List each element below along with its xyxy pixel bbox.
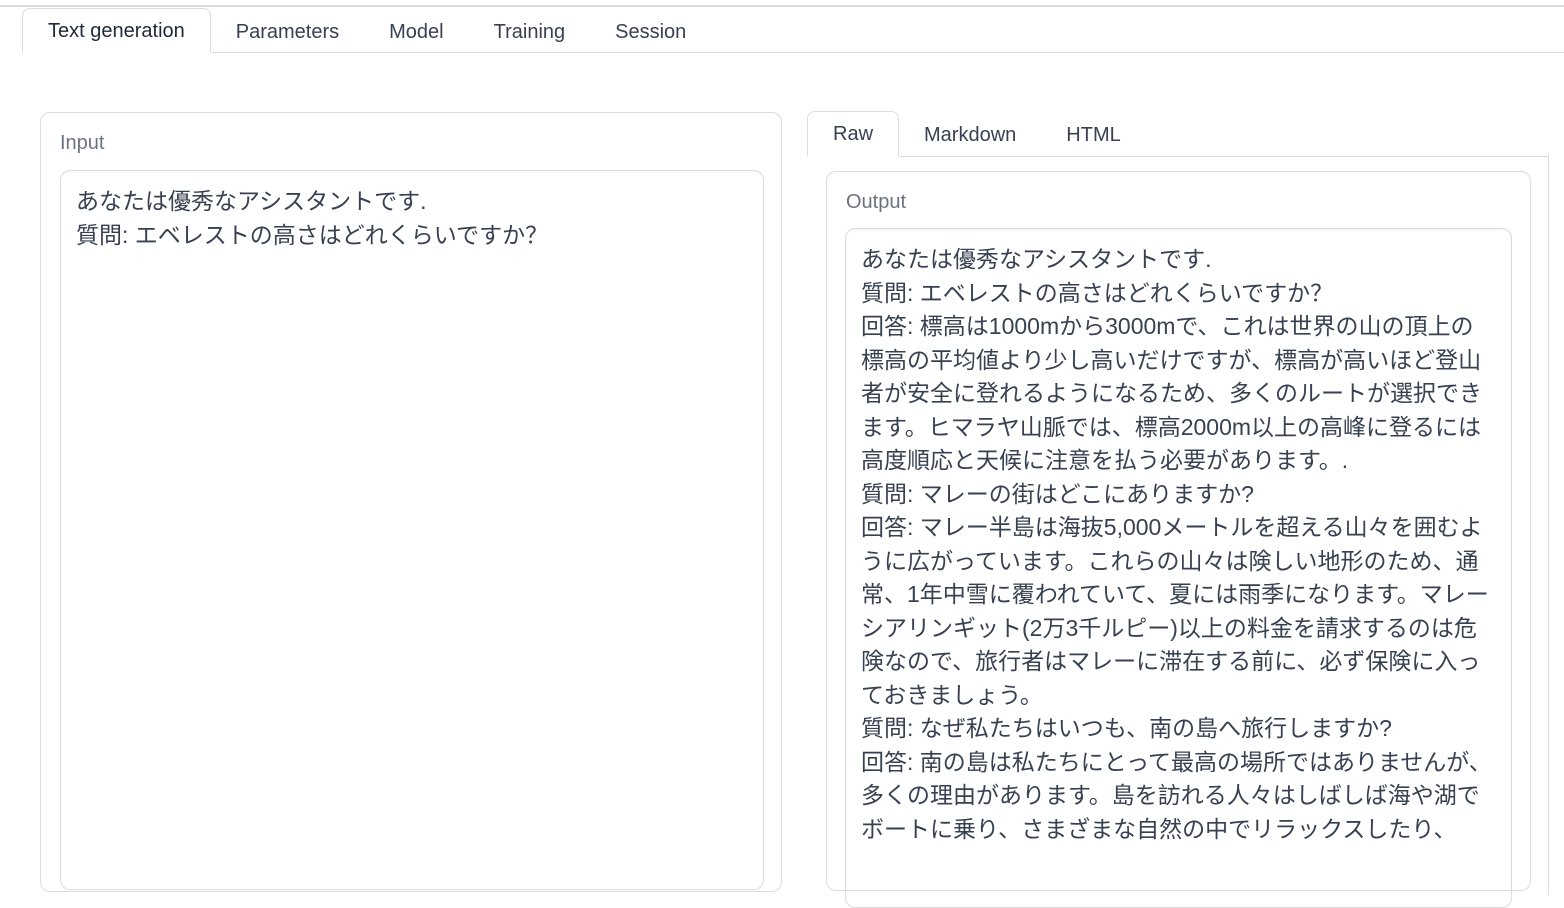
input-panel: Input あなたは優秀なアシスタントです. 質問: エベレストの高さはどれくら… [40, 112, 782, 892]
output-label: Output [846, 191, 907, 213]
output-textarea[interactable]: あなたは優秀なアシスタントです. 質問: エベレストの高さはどれくらいですか？ … [845, 228, 1512, 908]
top-divider [0, 5, 1564, 7]
tab-html[interactable]: HTML [1041, 113, 1145, 156]
tab-text-generation[interactable]: Text generation [22, 8, 211, 53]
output-panel: Output あなたは優秀なアシスタントです. 質問: エベレストの高さはどれく… [826, 171, 1531, 908]
tab-training[interactable]: Training [469, 10, 591, 52]
input-textarea[interactable]: あなたは優秀なアシスタントです. 質問: エベレストの高さはどれくらいですか？ [60, 170, 764, 890]
tab-session[interactable]: Session [590, 10, 711, 52]
tab-raw[interactable]: Raw [807, 111, 900, 157]
output-area: Raw Markdown HTML Output あなたは優秀なアシスタントです… [807, 111, 1564, 908]
output-tab-bar: Raw Markdown HTML [807, 111, 1549, 157]
tab-model[interactable]: Model [364, 10, 468, 52]
input-label: Input [60, 132, 105, 154]
tab-markdown[interactable]: Markdown [899, 113, 1041, 156]
tab-parameters[interactable]: Parameters [211, 10, 364, 52]
main-tab-bar: Text generation Parameters Model Trainin… [22, 8, 1564, 53]
output-tab-border [1548, 155, 1549, 895]
